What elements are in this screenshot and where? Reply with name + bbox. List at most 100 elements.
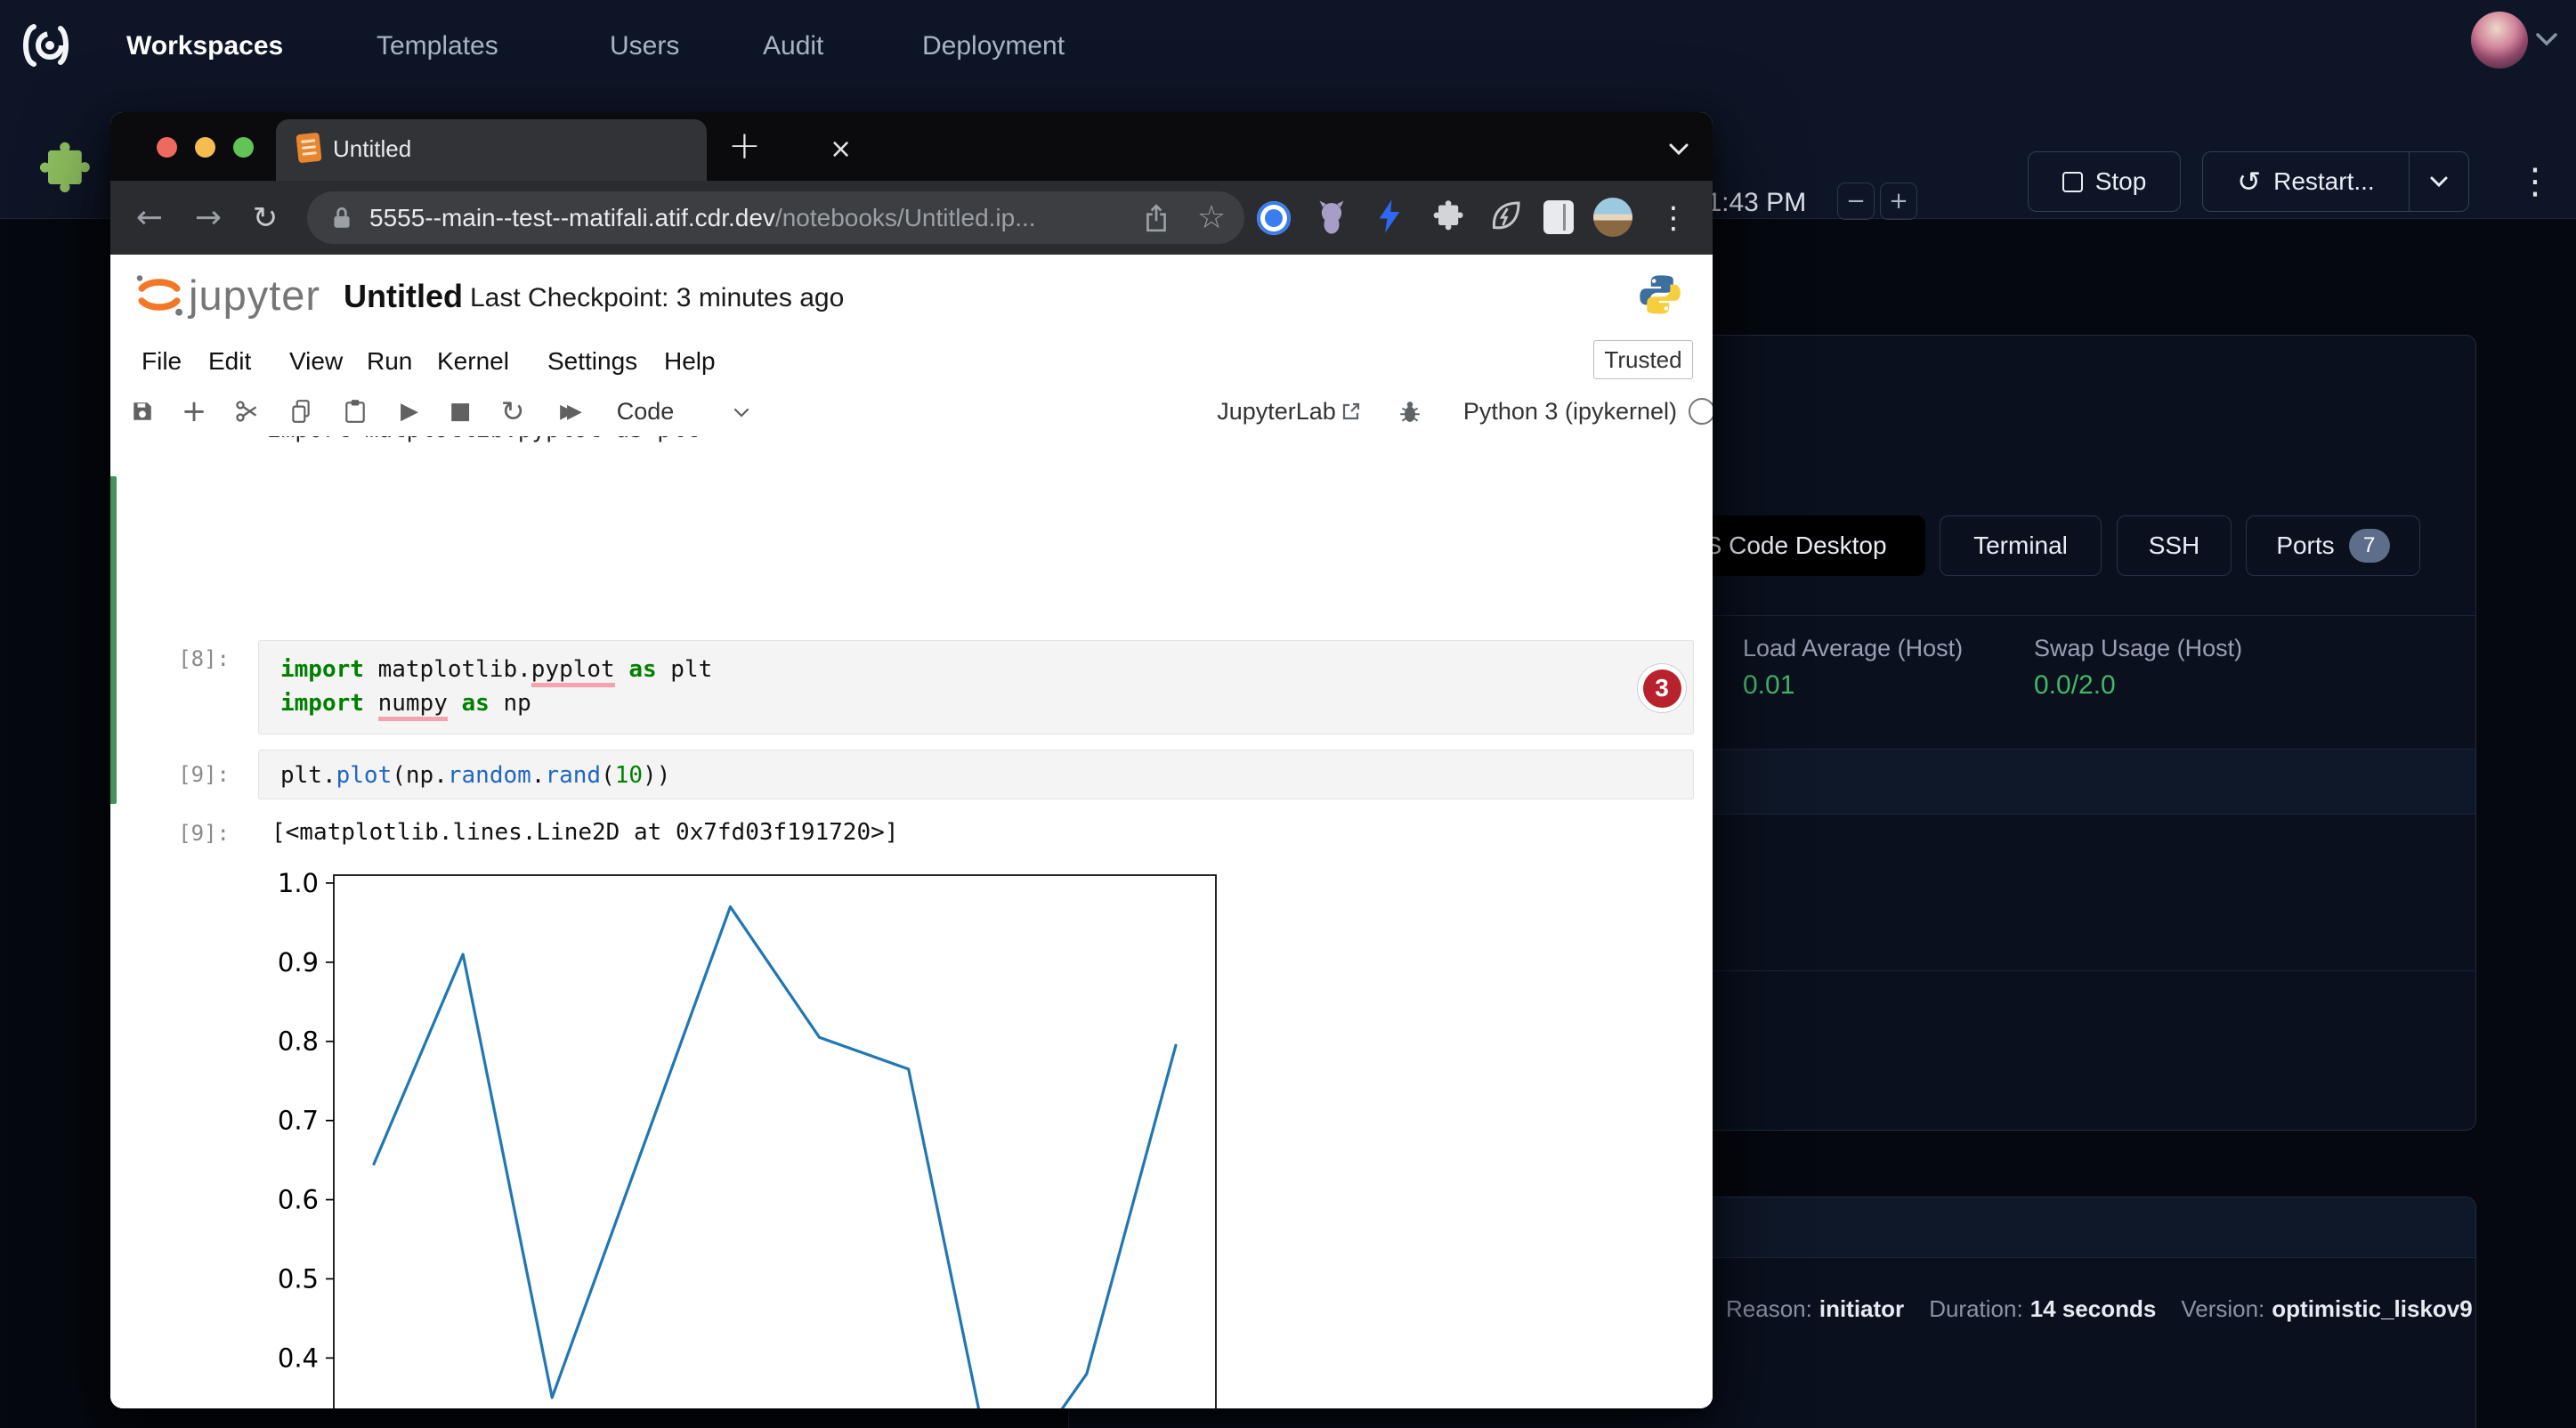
ports-count-badge: 7: [2349, 529, 2390, 563]
svg-text:1.0: 1.0: [278, 868, 319, 898]
kernel-name[interactable]: Python 3 (ipykernel): [1446, 386, 1677, 436]
code-line: import numpy as np: [280, 686, 531, 720]
close-window-button[interactable]: [157, 137, 177, 158]
notebook-title[interactable]: Untitled: [344, 278, 463, 315]
tab-label: VS Code Desktop: [1689, 531, 1887, 560]
back-button[interactable]: ←: [130, 181, 169, 255]
svg-text:0.6: 0.6: [278, 1185, 319, 1215]
restart-kernel-button[interactable]: ↻: [493, 386, 532, 436]
nav-deployment[interactable]: Deployment: [922, 27, 1065, 66]
notification-badge[interactable]: 3: [1638, 664, 1686, 712]
kernel-status-indicator: [1684, 386, 1713, 436]
cell-input-prompt: [9]:: [110, 762, 230, 787]
restart-icon: ↺: [2237, 165, 2261, 199]
workspace-template-icon: [33, 139, 93, 199]
chevron-down-icon[interactable]: [2535, 32, 2558, 46]
svg-text:0.4: 0.4: [278, 1343, 319, 1373]
copy-cell-button[interactable]: [281, 386, 320, 436]
chevron-down-icon: [2429, 175, 2449, 188]
copy-icon: [289, 399, 312, 424]
jupyter-menubar: File Edit View Run Kernel Settings Help …: [110, 337, 1713, 387]
scissors-icon: [234, 399, 259, 424]
forward-button[interactable]: →: [189, 181, 228, 255]
jupyter-toolbar: +: [110, 386, 1713, 437]
chevron-down-icon[interactable]: [733, 408, 749, 418]
nav-audit[interactable]: Audit: [763, 27, 823, 66]
cell-type-select[interactable]: Code: [614, 386, 676, 436]
paste-cell-button[interactable]: [336, 386, 375, 436]
address-bar[interactable]: 5555--main--test--matifali.atif.cdr.dev/…: [307, 191, 1244, 244]
restart-workspace-button[interactable]: ↺ Restart...: [2203, 152, 2409, 211]
browser-tab[interactable]: Untitled ×: [276, 119, 707, 181]
menu-edit[interactable]: Edit: [208, 345, 251, 377]
code-line: import matplotlib.pyplot as plt: [280, 653, 712, 686]
share-icon[interactable]: [1144, 203, 1169, 233]
stop-square-icon: [2062, 172, 2083, 192]
new-tab-button[interactable]: +: [728, 121, 761, 171]
bug-icon: [1398, 399, 1422, 424]
menu-view[interactable]: View: [289, 345, 343, 377]
coder-logo[interactable]: [16, 16, 75, 75]
onepassword-extension-icon[interactable]: [1257, 201, 1291, 235]
maximize-window-button[interactable]: [233, 137, 254, 158]
sidebar-extension-icon[interactable]: [1543, 200, 1574, 234]
menu-help[interactable]: Help: [664, 345, 716, 377]
restart-run-all-button[interactable]: ▶▶: [546, 386, 588, 436]
nav-workspaces[interactable]: Workspaces: [126, 27, 283, 66]
workspace-menu-button[interactable]: ⋮: [2517, 158, 2553, 205]
code-cell[interactable]: import matplotlib.pyplot as plt import n…: [258, 640, 1694, 734]
user-avatar[interactable]: [2471, 12, 2528, 69]
interrupt-kernel-button[interactable]: ■: [441, 386, 480, 436]
menu-run[interactable]: Run: [367, 345, 412, 377]
zoom-in-button[interactable]: +: [1880, 183, 1917, 220]
menu-kernel[interactable]: Kernel: [437, 345, 509, 377]
floppy-icon: [131, 400, 154, 423]
load-average-label: Load Average (Host): [1743, 635, 1963, 662]
trusted-button[interactable]: Trusted: [1593, 340, 1693, 379]
matplotlib-line-plot: 0.20.30.40.50.60.70.80.91.002468: [258, 867, 1237, 1408]
clipboard-icon: [344, 399, 366, 424]
reload-button[interactable]: ↻: [246, 181, 285, 255]
debugger-bug-icon[interactable]: [1392, 386, 1428, 436]
add-cell-button[interactable]: +: [174, 386, 214, 436]
code-line: plt.plot(np.random.rand(10)): [280, 759, 670, 792]
build-reason: Reason:initiator: [1726, 1295, 1904, 1323]
restart-dropdown-button[interactable]: [2409, 152, 2468, 211]
bookmark-star-icon[interactable]: ☆: [1194, 191, 1229, 244]
browser-profile-avatar[interactable]: [1593, 198, 1632, 237]
tab-close-icon[interactable]: ×: [830, 134, 852, 165]
leaf-extension-icon[interactable]: [1488, 199, 1522, 234]
svg-text:0.5: 0.5: [278, 1263, 319, 1294]
jupyter-header: jupyter Untitled Last Checkpoint: 3 minu…: [110, 255, 1713, 338]
stop-workspace-button[interactable]: Stop: [2028, 151, 2181, 212]
clipped-previous-cell: import matplotlib.pyplot as plt: [267, 436, 1335, 448]
extensions-puzzle-icon[interactable]: [1430, 199, 1465, 234]
nav-templates[interactable]: Templates: [377, 27, 498, 66]
tab-ssh[interactable]: SSH: [2117, 515, 2232, 576]
code-cell[interactable]: plt.plot(np.random.rand(10)): [258, 750, 1694, 799]
notebook-area: import matplotlib.pyplot as plt [8]: imp…: [110, 436, 1713, 1408]
restart-label: Restart...: [2273, 167, 2375, 196]
url-host: 5555--main--test--matifali.atif.cdr.dev: [369, 204, 775, 231]
jupyterlab-link[interactable]: JupyterLab: [1219, 386, 1334, 436]
github-extension-icon[interactable]: [1314, 199, 1349, 236]
cell-input-prompt: [8]:: [110, 646, 230, 671]
save-button[interactable]: [123, 386, 162, 436]
zoom-out-button[interactable]: −: [1837, 183, 1875, 220]
tab-ports[interactable]: Ports 7: [2246, 515, 2420, 576]
run-cell-button[interactable]: ▶: [390, 386, 429, 436]
menu-settings[interactable]: Settings: [547, 345, 637, 377]
nav-users[interactable]: Users: [610, 27, 679, 66]
browser-toolbar: ← → ↻ 5555--main--test--matifali.atif.cd…: [110, 181, 1713, 255]
jupyter-page: jupyter Untitled Last Checkpoint: 3 minu…: [110, 255, 1713, 1408]
tab-terminal[interactable]: Terminal: [1940, 515, 2102, 576]
lock-icon: [330, 205, 353, 231]
external-link-icon[interactable]: [1341, 401, 1362, 422]
bolt-extension-icon[interactable]: [1376, 197, 1403, 236]
minimize-window-button[interactable]: [195, 137, 215, 158]
browser-window: Untitled × + ← → ↻ 5555--main--test--mat…: [110, 112, 1713, 1408]
menu-file[interactable]: File: [142, 345, 182, 377]
cut-cell-button[interactable]: [227, 386, 266, 436]
browser-menu-icon[interactable]: ⋮: [1656, 181, 1691, 255]
tab-search-chevron-icon[interactable]: [1668, 142, 1689, 156]
